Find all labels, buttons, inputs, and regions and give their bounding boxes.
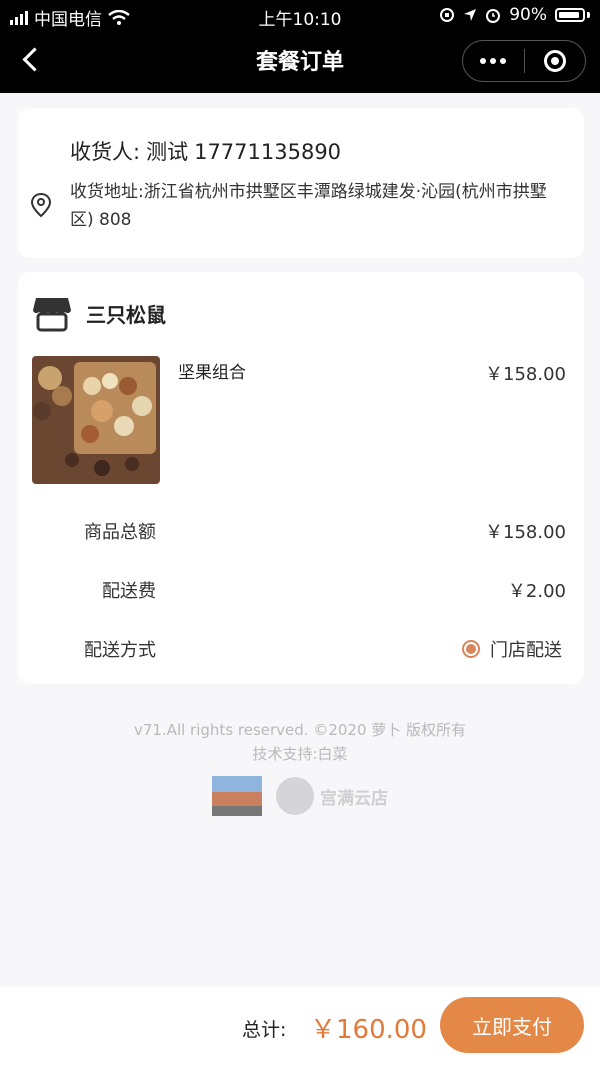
subtotal-label: 商品总额 bbox=[84, 522, 156, 543]
copyright-text: v71.All rights reserved. ©2020 萝卜 版权所有 bbox=[133, 721, 467, 739]
more-icon[interactable] bbox=[463, 58, 524, 64]
shipping-fee-value: ￥2.00 bbox=[507, 581, 566, 602]
brand-name: 宫满云店 bbox=[320, 788, 388, 809]
status-bar: 中国电信 上午10:10 90% bbox=[0, 0, 600, 32]
product-image[interactable] bbox=[32, 356, 160, 484]
top-bar: 中国电信 上午10:10 90% 套餐订单 bbox=[0, 0, 600, 93]
building-photo bbox=[212, 776, 262, 816]
delivery-method-option[interactable]: 门店配送 bbox=[462, 636, 562, 662]
address-card[interactable]: 收货人: 测试 17771135890 收货地址:浙江省杭州市拱墅区丰潭路绿城建发·… bbox=[18, 108, 584, 258]
location-pin-icon bbox=[30, 192, 52, 218]
product-name: 坚果组合 bbox=[178, 363, 246, 383]
close-mini-program-icon[interactable] bbox=[525, 50, 586, 72]
battery-cap bbox=[587, 12, 590, 18]
delivery-method-label: 配送方式 bbox=[84, 640, 156, 661]
footer-logos: 宫满云店 bbox=[212, 776, 388, 816]
battery-icon bbox=[555, 8, 585, 22]
pay-now-button[interactable]: 立即支付 bbox=[440, 997, 584, 1053]
location-arrow-icon bbox=[464, 9, 477, 21]
brand-logo-icon bbox=[276, 777, 314, 815]
shipping-fee-label: 配送费 bbox=[102, 581, 156, 602]
receiver-phone: 17771135890 bbox=[194, 140, 342, 164]
checkout-bar: 总计: ￥160.00 立即支付 bbox=[0, 987, 600, 1066]
mini-program-capsule bbox=[462, 40, 586, 82]
shop-icon bbox=[33, 298, 71, 332]
shop-name: 三只松鼠 bbox=[86, 302, 166, 327]
receiver-name: 测试 bbox=[146, 140, 189, 164]
nav-bar: 套餐订单 bbox=[0, 32, 600, 87]
rotation-lock-icon bbox=[440, 8, 455, 22]
support-text: 技术支持:白菜 bbox=[252, 745, 348, 763]
radio-selected-icon[interactable] bbox=[462, 640, 480, 658]
total-label: 总计: bbox=[242, 1019, 287, 1041]
shop-header: 三只松鼠 bbox=[32, 294, 166, 332]
battery-percent: 90% bbox=[509, 5, 547, 25]
receiver-line: 收货人: 测试 17771135890 bbox=[70, 136, 347, 166]
subtotal-value: ￥158.00 bbox=[485, 522, 566, 543]
receiver-label: 收货人: bbox=[70, 140, 141, 164]
alarm-icon bbox=[486, 9, 501, 23]
address-text: 收货地址:浙江省杭州市拱墅区丰潭路绿城建发·沁园(杭州市拱墅区) 808 bbox=[70, 182, 547, 230]
delivery-method-value: 门店配送 bbox=[490, 640, 562, 661]
product-price: ￥158.00 bbox=[485, 364, 566, 385]
order-card: 三只松鼠 坚果组合 ￥158.00 商品总额 ￥158.00 配送费 ￥2.00… bbox=[18, 272, 584, 684]
footer: v71.All rights reserved. ©2020 萝卜 版权所有 技… bbox=[0, 718, 600, 766]
total-amount: ￥160.00 bbox=[310, 1015, 427, 1045]
brand-logo: 宫满云店 bbox=[276, 777, 388, 815]
